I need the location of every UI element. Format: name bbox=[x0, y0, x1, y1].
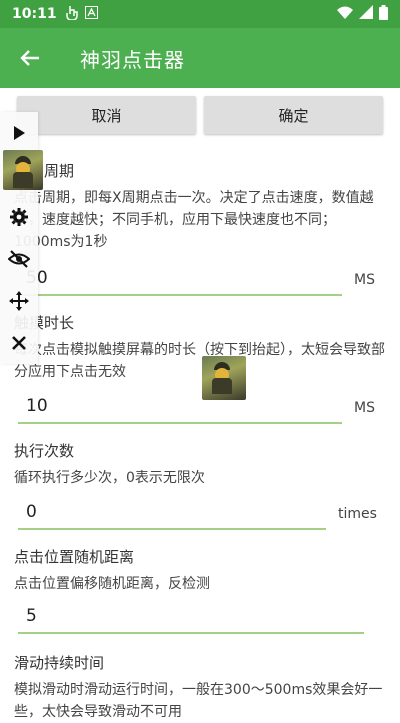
touch-icon bbox=[65, 4, 79, 24]
click-period-input[interactable] bbox=[18, 262, 342, 296]
section-title: 滑动持续时间 bbox=[14, 654, 105, 672]
section-title: 点击周期 bbox=[14, 162, 75, 180]
cancel-button[interactable]: 取消 bbox=[17, 96, 196, 134]
click-point-marker[interactable] bbox=[202, 356, 246, 400]
repeat-count-section: 执行次数 循环执行多少次，0表示无限次 bbox=[14, 440, 386, 489]
status-time: 10:11 bbox=[12, 6, 57, 22]
section-description: 每次点击模拟触摸屏幕的时长（按下到抬起），太短会导致部分应用下点击无效 bbox=[14, 342, 385, 380]
confirm-button[interactable]: 确定 bbox=[204, 96, 383, 134]
click-period-section: 点击周期 点击周期，即每X周期点击一次。决定了点击速度，数值越小，速度越快；不同… bbox=[14, 160, 386, 253]
section-description: 循环执行多少次，0表示无限次 bbox=[14, 470, 205, 486]
repeat-count-row: times bbox=[18, 496, 377, 530]
repeat-count-unit: times bbox=[338, 506, 377, 522]
gear-icon bbox=[10, 208, 28, 226]
section-description: 点击周期，即每X周期点击一次。决定了点击速度，数值越小，速度越快；不同手机，应用… bbox=[14, 190, 374, 250]
click-point-marker[interactable] bbox=[3, 150, 43, 190]
signal-icon bbox=[359, 5, 373, 23]
page-title: 神羽点击器 bbox=[80, 47, 185, 72]
section-description: 点击位置偏移随机距离，反检测 bbox=[14, 576, 210, 592]
play-icon bbox=[14, 126, 25, 140]
back-button[interactable] bbox=[0, 28, 60, 88]
arrow-left-icon bbox=[20, 50, 39, 66]
settings-button[interactable] bbox=[4, 202, 34, 232]
eye-off-icon bbox=[8, 250, 30, 268]
app-bar: 神羽点击器 bbox=[0, 28, 400, 88]
app-notification-icon bbox=[84, 5, 98, 23]
move-icon bbox=[9, 291, 29, 311]
random-offset-input[interactable] bbox=[18, 600, 364, 634]
play-button[interactable] bbox=[4, 118, 34, 148]
close-icon bbox=[12, 336, 26, 350]
random-offset-row bbox=[18, 600, 364, 634]
random-offset-section: 点击位置随机距离 点击位置偏移随机距离，反检测 bbox=[14, 546, 386, 595]
section-title: 触摸时长 bbox=[14, 314, 75, 332]
touch-duration-input[interactable] bbox=[18, 390, 342, 424]
hide-button[interactable] bbox=[4, 244, 34, 274]
touch-duration-unit: MS bbox=[354, 400, 375, 416]
status-bar: 10:11 bbox=[0, 0, 400, 28]
section-title: 执行次数 bbox=[14, 442, 75, 460]
click-period-row: MS bbox=[18, 262, 375, 296]
section-title: 点击位置随机距离 bbox=[14, 548, 135, 566]
close-button[interactable] bbox=[4, 328, 34, 358]
touch-duration-section: 触摸时长 每次点击模拟触摸屏幕的时长（按下到抬起），太短会导致部分应用下点击无效 bbox=[14, 312, 386, 383]
battery-icon bbox=[379, 4, 388, 24]
section-description: 模拟滑动时滑动运行时间，一般在300～500ms效果会好一些，太快会导致滑动不可… bbox=[14, 682, 383, 720]
swipe-duration-section: 滑动持续时间 模拟滑动时滑动运行时间，一般在300～500ms效果会好一些，太快… bbox=[14, 652, 386, 723]
touch-duration-row: MS bbox=[18, 390, 375, 424]
move-handle[interactable] bbox=[4, 286, 34, 316]
click-period-unit: MS bbox=[354, 272, 375, 288]
wifi-icon bbox=[337, 6, 353, 23]
repeat-count-input[interactable] bbox=[18, 496, 326, 530]
